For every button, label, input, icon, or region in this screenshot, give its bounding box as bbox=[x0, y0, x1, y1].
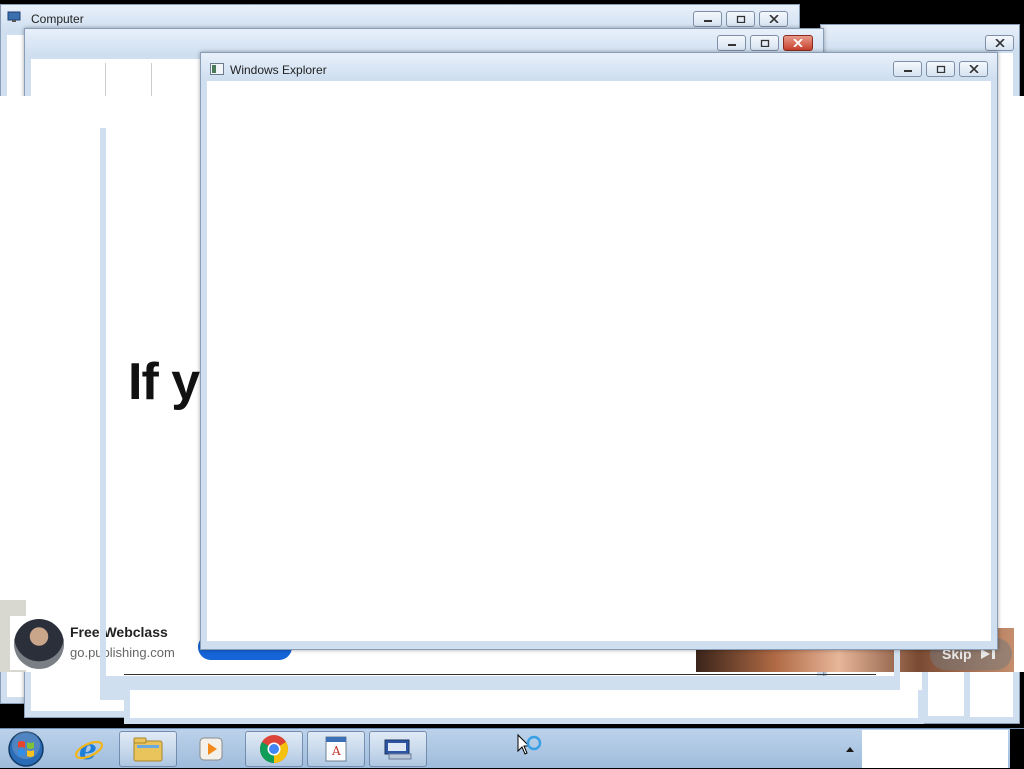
chrome-icon bbox=[260, 735, 288, 763]
restore-icon bbox=[936, 65, 945, 73]
explorer-app-icon bbox=[210, 63, 224, 75]
minimize-button[interactable] bbox=[717, 35, 746, 51]
maximize-button[interactable] bbox=[750, 35, 779, 51]
minimize-icon bbox=[703, 20, 712, 22]
minimize-button[interactable] bbox=[893, 61, 922, 77]
computer-icon bbox=[7, 11, 21, 22]
close-icon bbox=[968, 65, 979, 73]
internet-explorer-icon: e bbox=[74, 733, 104, 765]
minimize-button[interactable] bbox=[693, 11, 722, 27]
maximize-button[interactable] bbox=[726, 11, 755, 27]
taskbar-media-player[interactable] bbox=[182, 731, 240, 767]
minimize-icon bbox=[727, 44, 736, 46]
keyboard-icon bbox=[384, 739, 412, 760]
taskbar-chrome[interactable] bbox=[245, 731, 303, 767]
wordpad-icon: A bbox=[325, 736, 347, 762]
show-desktop-button[interactable] bbox=[1010, 729, 1024, 769]
maximize-button[interactable] bbox=[926, 61, 955, 77]
ad-url[interactable]: go.publishing.com bbox=[70, 645, 175, 660]
ad-title[interactable]: Free Webclass bbox=[70, 624, 168, 640]
lower-window-frame-right bbox=[922, 672, 970, 722]
restore-icon bbox=[760, 39, 769, 47]
window-title: Windows Explorer bbox=[230, 63, 327, 77]
taskbar-on-screen-keyboard[interactable] bbox=[369, 731, 427, 767]
close-button[interactable] bbox=[759, 11, 788, 27]
svg-text:A: A bbox=[331, 744, 341, 758]
close-icon bbox=[793, 39, 803, 47]
taskbar: e A bbox=[0, 728, 1024, 769]
lower-window-frame bbox=[124, 690, 924, 724]
explorer-content bbox=[207, 81, 991, 641]
window-title: Computer bbox=[31, 12, 84, 26]
windows-orb-icon bbox=[8, 731, 44, 767]
busy-cursor-icon bbox=[517, 733, 542, 755]
close-button[interactable] bbox=[985, 35, 1014, 51]
ad-avatar bbox=[14, 619, 64, 669]
desktop: Computer If y Free Webclass go.publishin… bbox=[0, 0, 1024, 728]
minimize-icon bbox=[903, 70, 912, 72]
restore-icon bbox=[736, 15, 745, 23]
close-button[interactable] bbox=[959, 61, 988, 77]
busy-cursor bbox=[516, 733, 546, 763]
taskbar-wordpad[interactable]: A bbox=[307, 731, 365, 767]
show-hidden-icons-button[interactable] bbox=[840, 739, 860, 759]
notification-area bbox=[862, 730, 1008, 768]
chevron-up-icon bbox=[846, 747, 854, 752]
browser-window-frame-inner bbox=[124, 674, 876, 675]
taskbar-internet-explorer[interactable]: e bbox=[60, 731, 118, 767]
page-headline: If y bbox=[128, 353, 200, 411]
start-button[interactable] bbox=[4, 730, 48, 768]
svg-text:e: e bbox=[79, 733, 97, 765]
media-player-icon bbox=[199, 737, 223, 761]
close-icon bbox=[768, 15, 779, 23]
close-icon bbox=[994, 39, 1005, 47]
close-button[interactable] bbox=[783, 35, 813, 51]
folder-icon bbox=[133, 737, 163, 762]
taskbar-file-explorer[interactable] bbox=[119, 731, 177, 767]
windows-explorer-window: Windows Explorer bbox=[200, 52, 998, 650]
